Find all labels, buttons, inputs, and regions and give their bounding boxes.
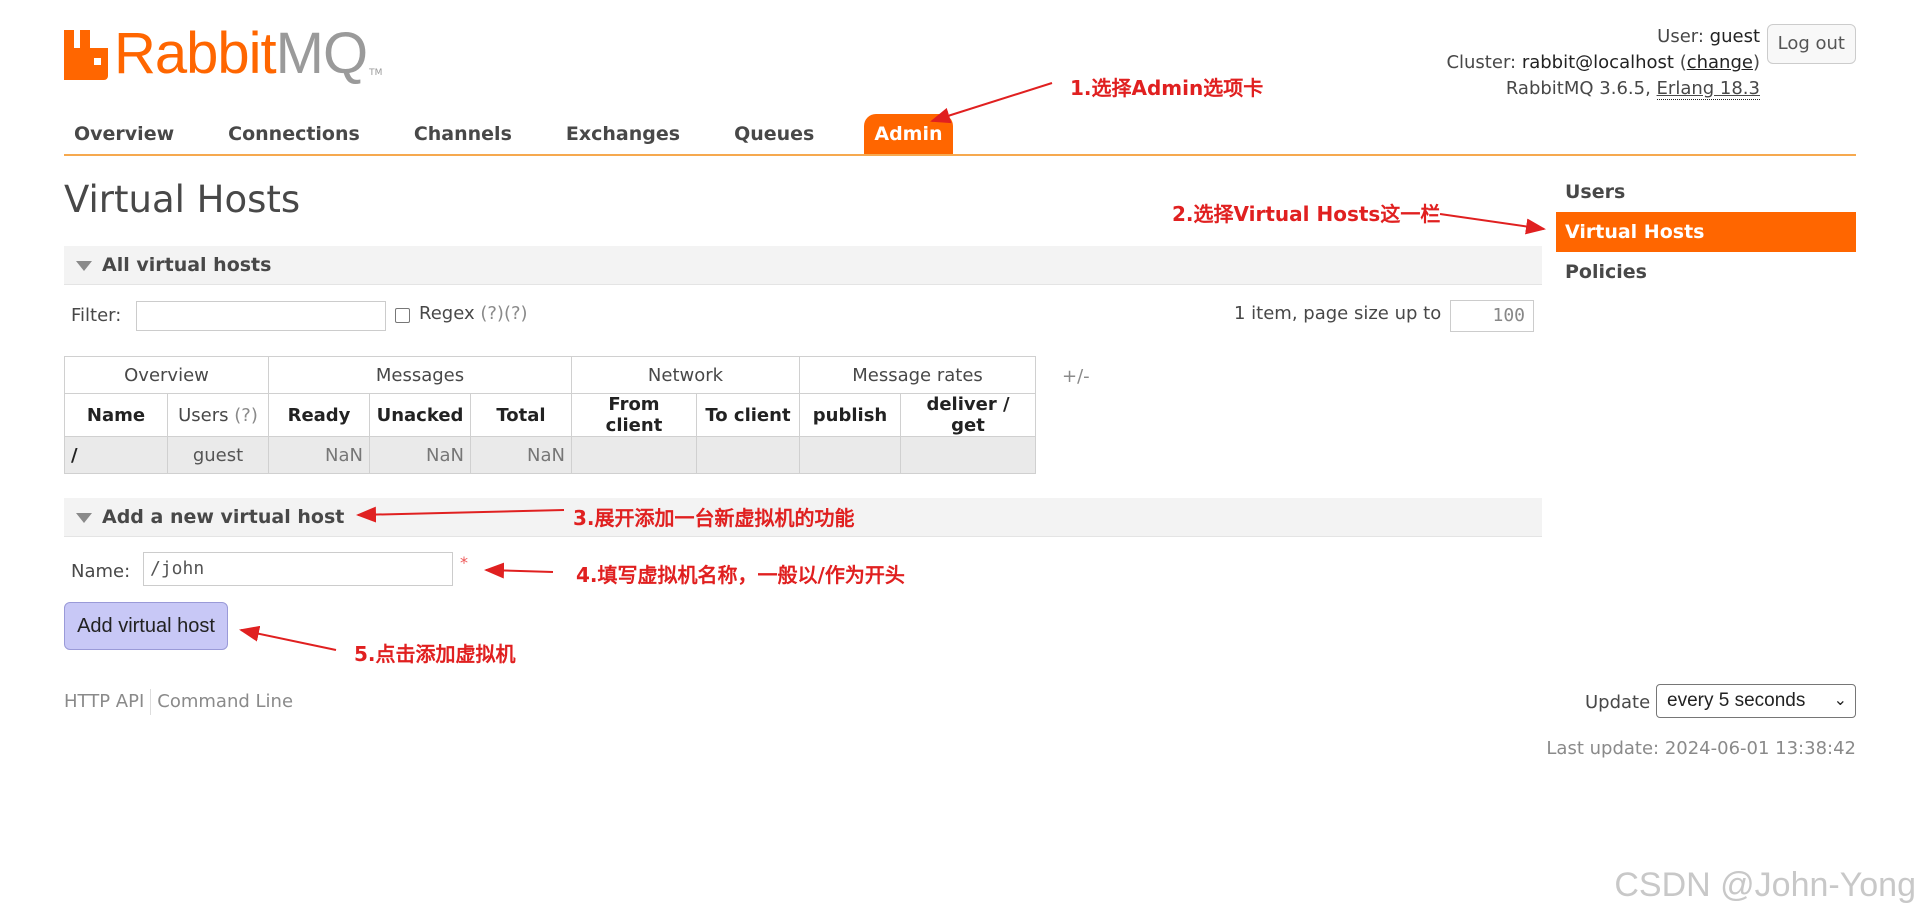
vhost-name-label: Name: xyxy=(71,561,131,582)
arrow-5 xyxy=(239,625,337,651)
col-to-client[interactable]: To client xyxy=(696,393,800,437)
annotation-1: 1.选择Admin选项卡 xyxy=(1070,76,1264,100)
paging-text: 1 item, page size up to xyxy=(1234,303,1442,324)
all-vhosts-section-header[interactable]: All virtual hosts xyxy=(64,246,1542,285)
col-total[interactable]: Total xyxy=(470,393,572,437)
update-label: Update xyxy=(1585,692,1651,713)
required-marker: * xyxy=(460,553,468,572)
page-size-input[interactable]: 100 xyxy=(1450,300,1534,332)
update-interval-value: every 5 seconds xyxy=(1667,690,1806,711)
columns-toggle-link[interactable]: +/- xyxy=(1062,366,1090,387)
vhost-from-client xyxy=(571,436,697,474)
vhosts-table: Overview Messages Network Message rates … xyxy=(64,356,1036,474)
command-line-link[interactable]: Command Line xyxy=(157,691,293,712)
regex-checkbox[interactable] xyxy=(395,308,410,323)
arrow-2 xyxy=(1439,213,1546,235)
col-publish[interactable]: publish xyxy=(799,393,901,437)
vhost-ready: NaN xyxy=(268,436,370,474)
footer-links: HTTP API Command Line xyxy=(64,689,293,715)
vhost-publish xyxy=(799,436,901,474)
sidebar-item-users[interactable]: Users xyxy=(1556,172,1856,212)
group-header-network: Network xyxy=(571,356,800,394)
cluster-name: rabbit@localhost xyxy=(1521,52,1674,73)
vhost-users: guest xyxy=(167,436,269,474)
vhost-to-client xyxy=(696,436,800,474)
change-cluster-link[interactable]: change xyxy=(1687,52,1753,73)
logo-tm: TM xyxy=(369,68,383,78)
regex-help-link[interactable]: (?)(?) xyxy=(480,303,527,324)
logo-text-rabbit: Rabbit xyxy=(114,21,277,86)
col-from-client[interactable]: From client xyxy=(571,393,697,437)
tab-admin[interactable]: Admin xyxy=(864,114,953,154)
vhost-deliver-get xyxy=(900,436,1036,474)
vhost-name-input[interactable]: /john xyxy=(143,552,453,586)
group-header-overview: Overview xyxy=(64,356,269,394)
annotation-4: 4.填写虚拟机名称，一般以/作为开头 xyxy=(576,563,905,587)
page-title: Virtual Hosts xyxy=(64,178,301,221)
vhost-total: NaN xyxy=(470,436,572,474)
add-vhost-title: Add a new virtual host xyxy=(102,506,345,528)
tab-queues[interactable]: Queues xyxy=(724,114,824,154)
annotation-5: 5.点击添加虚拟机 xyxy=(354,642,516,666)
collapse-triangle-icon xyxy=(76,512,92,523)
erlang-version: Erlang 18.3 xyxy=(1656,78,1760,100)
last-update-text: Last update: 2024-06-01 13:38:42 xyxy=(1546,738,1856,759)
admin-sidebar: Users Virtual Hosts Policies xyxy=(1556,172,1856,292)
table-row: / guest NaN NaN NaN xyxy=(64,436,1036,474)
rabbitmq-logo: RabbitMQ TM xyxy=(64,24,383,83)
col-unacked[interactable]: Unacked xyxy=(369,393,471,437)
cluster-label: Cluster: xyxy=(1446,52,1517,73)
col-users[interactable]: Users xyxy=(178,405,228,426)
login-info: User: guest Cluster: rabbit@localhost (c… xyxy=(1446,26,1760,100)
annotation-2: 2.选择Virtual Hosts这一栏 xyxy=(1172,202,1441,226)
logout-button[interactable]: Log out xyxy=(1766,24,1856,64)
footer-divider xyxy=(150,689,152,715)
chevron-down-icon: ⌄ xyxy=(1833,692,1847,709)
sidebar-item-policies[interactable]: Policies xyxy=(1556,252,1856,292)
group-header-messages: Messages xyxy=(268,356,572,394)
arrow-4 xyxy=(484,562,554,579)
col-deliver-get[interactable]: deliver / get xyxy=(900,393,1036,437)
tab-exchanges[interactable]: Exchanges xyxy=(556,114,690,154)
main-tabs: Overview Connections Channels Exchanges … xyxy=(64,114,1856,156)
tab-connections[interactable]: Connections xyxy=(218,114,370,154)
group-header-message-rates: Message rates xyxy=(799,356,1036,394)
collapse-triangle-icon xyxy=(76,260,92,271)
tab-channels[interactable]: Channels xyxy=(404,114,522,154)
update-interval-select[interactable]: every 5 seconds ⌄ xyxy=(1656,684,1856,718)
logo-text-mq: MQ xyxy=(275,21,368,86)
tab-overview[interactable]: Overview xyxy=(64,114,184,154)
http-api-link[interactable]: HTTP API xyxy=(64,691,144,712)
regex-label: Regex xyxy=(419,303,475,324)
sidebar-item-virtual-hosts[interactable]: Virtual Hosts xyxy=(1556,212,1856,252)
col-ready[interactable]: Ready xyxy=(268,393,370,437)
user-name: guest xyxy=(1709,26,1760,47)
all-vhosts-title: All virtual hosts xyxy=(102,254,272,276)
filter-label: Filter: xyxy=(71,305,122,326)
vhost-name-link[interactable]: / xyxy=(64,436,168,474)
version-text: RabbitMQ 3.6.5, xyxy=(1505,78,1651,99)
col-name[interactable]: Name xyxy=(64,393,168,437)
filter-input[interactable] xyxy=(136,301,386,331)
users-help-link[interactable]: (?) xyxy=(234,405,258,426)
annotation-3: 3.展开添加一台新虚拟机的功能 xyxy=(573,506,855,530)
add-virtual-host-button[interactable]: Add virtual host xyxy=(64,602,228,650)
user-label: User: xyxy=(1657,26,1704,47)
watermark: CSDN @John-Yong xyxy=(1614,866,1916,904)
vhost-unacked: NaN xyxy=(369,436,471,474)
rabbit-logo-icon xyxy=(64,30,108,80)
